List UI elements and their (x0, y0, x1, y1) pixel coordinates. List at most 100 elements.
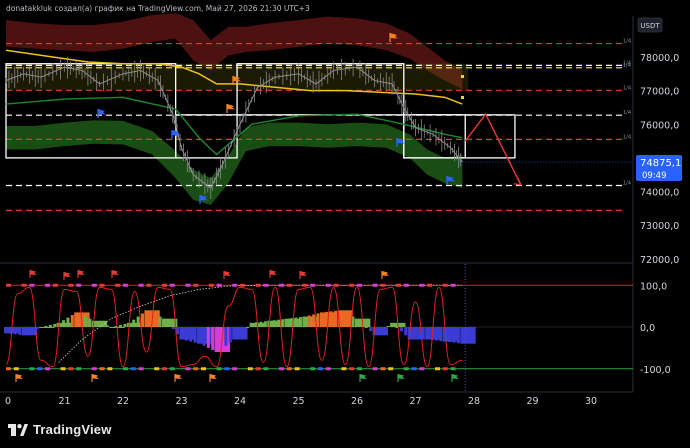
signal-strip (357, 283, 362, 287)
flag-blue-icon (98, 109, 106, 115)
signal-strip (380, 367, 386, 371)
signal-strip (325, 283, 331, 287)
price-axis-label: 77000,0 (640, 87, 679, 98)
osc-histogram-bar (171, 327, 175, 330)
level-tag: 1/4 (623, 39, 631, 45)
level-tag: 1/4 (623, 180, 631, 186)
signal-strip (60, 367, 66, 371)
signal-strip (76, 283, 82, 287)
osc-flag-icon (175, 374, 182, 379)
signal-strip (193, 283, 199, 287)
signal-strip (138, 367, 144, 371)
signal-strip (154, 367, 160, 371)
last-price-badge: 74875,1 09:49 (636, 155, 682, 181)
osc-histogram-bar (386, 325, 390, 327)
brand-name: TradingView (33, 422, 112, 437)
osc-flag-icon (92, 374, 99, 379)
osc-histogram-bar (184, 327, 188, 341)
currency-badge[interactable]: USDT (637, 17, 663, 33)
signal-strip (6, 283, 11, 287)
osc-histogram-bar (123, 323, 127, 327)
osc-histogram-bar (452, 327, 456, 343)
signal-strip (201, 367, 206, 371)
chart-canvas[interactable]: USDT 1/41/41/41/41/41/41/478000,077000,0… (0, 0, 690, 414)
price-pane: 1/41/41/41/41/41/41/478000,077000,076000… (5, 13, 679, 266)
level-tag: 1/4 (623, 110, 631, 116)
signal-strip (107, 367, 113, 371)
signal-strip (146, 283, 152, 287)
signal-strip (52, 283, 58, 287)
osc-histogram-bar (44, 325, 48, 327)
osc-histogram-bar (26, 327, 30, 334)
signal-strip (325, 367, 331, 371)
signal-strip (68, 367, 74, 371)
signal-strip (442, 283, 448, 287)
signal-strip (232, 283, 238, 287)
osc-histogram-bar (70, 314, 74, 327)
price-axis-label: 74000,0 (640, 188, 679, 199)
osc-histogram-bar (382, 327, 386, 330)
osc-histogram-bar (31, 327, 35, 332)
osc-flag-icon (224, 271, 231, 276)
signal-strip (247, 367, 253, 371)
bar-countdown-label: 09:49 (642, 171, 667, 181)
oscillator-pane: 100,0 0,0 -100,0 (4, 264, 671, 392)
osc-histogram-bar (176, 327, 180, 335)
x-tick-label: 22 (117, 396, 129, 407)
osc-flag-icon (270, 270, 277, 275)
signal-strip (427, 283, 433, 287)
signal-strip (286, 283, 292, 287)
osc-histogram-bar (399, 327, 403, 332)
osc-histogram-bar (448, 327, 452, 343)
signal-strip (403, 367, 409, 371)
signal-strip (193, 367, 199, 371)
signal-strip (6, 367, 11, 371)
osc-histogram-bar (228, 327, 232, 343)
signal-strip (123, 283, 128, 287)
last-price-label: 74875,1 (640, 158, 681, 169)
signal-strip (29, 367, 35, 371)
signal-strip (349, 283, 355, 287)
signal-strip (403, 283, 409, 287)
signal-strip (357, 367, 362, 371)
signal-strip (115, 283, 121, 287)
osc-flag-icon (398, 374, 405, 379)
tradingview-logo[interactable]: TradingView (8, 422, 112, 437)
osc-histogram-bar (316, 313, 320, 327)
x-tick-label: 26 (351, 396, 363, 407)
osc-histogram-bar (298, 317, 302, 327)
osc-histogram-bar (347, 314, 351, 327)
signal-strip (310, 283, 316, 287)
signal-strip (450, 367, 456, 371)
osc-histogram-bar (39, 327, 55, 328)
osc-histogram-bar (404, 327, 408, 336)
flag-orange-icon (227, 104, 235, 110)
osc-histogram-bar (281, 319, 285, 327)
signal-strip (45, 367, 50, 371)
osc-flag-icon (210, 374, 217, 379)
footer-bar: TradingView (0, 414, 690, 448)
osc-histogram-bar (294, 317, 298, 327)
signal-strip (442, 367, 448, 371)
signal-strip (279, 367, 284, 371)
level-tag: 1/4 (623, 63, 631, 69)
osc-histogram-bar (193, 327, 197, 343)
price-axis-label: 73000,0 (640, 221, 679, 232)
signal-strip (123, 367, 128, 371)
signal-strip (310, 367, 316, 371)
osc-histogram-bar (312, 314, 316, 327)
osc-histogram-bar (189, 327, 193, 342)
signal-strip (185, 367, 191, 371)
osc-histogram-bar (136, 316, 140, 327)
signal-strip (91, 367, 97, 371)
signal-strip (130, 367, 136, 371)
signal-strip (240, 283, 245, 287)
osc-histogram-bar (277, 319, 281, 327)
osc-histogram-bar (456, 327, 460, 344)
osc-histogram-bar (224, 327, 228, 346)
signal-strip (419, 283, 425, 287)
osc-histogram-bar (62, 320, 66, 327)
x-tick-label: 28 (468, 396, 480, 407)
osc-histogram-bar (119, 324, 123, 327)
osc-histogram-bar (434, 327, 438, 341)
